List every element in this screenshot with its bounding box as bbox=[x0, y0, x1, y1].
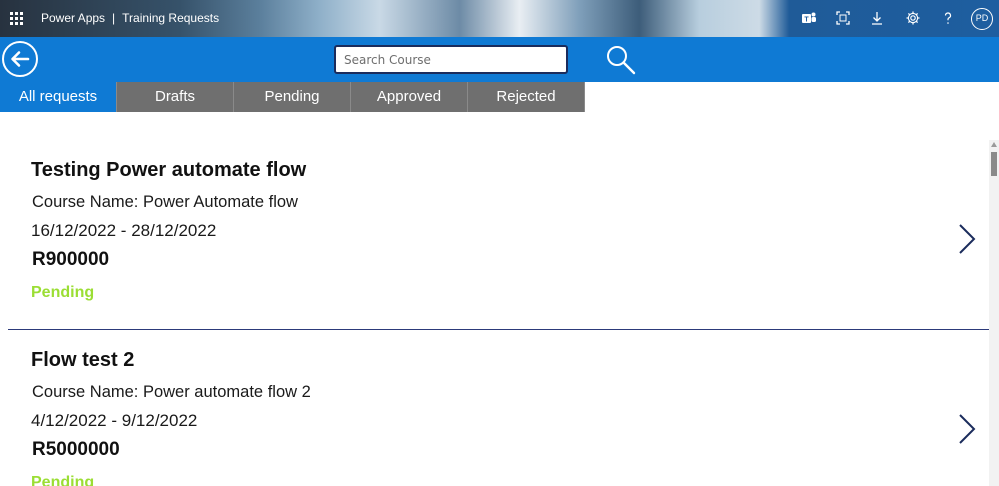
scroll-up-icon[interactable] bbox=[991, 142, 997, 147]
app-name[interactable]: Power Apps bbox=[41, 11, 105, 25]
tab-approved[interactable]: Approved bbox=[351, 82, 468, 112]
waffle-icon[interactable] bbox=[10, 12, 24, 26]
scrollbar[interactable] bbox=[989, 140, 999, 486]
search-input[interactable] bbox=[334, 45, 568, 74]
svg-text:T: T bbox=[804, 17, 809, 24]
teams-icon[interactable]: T bbox=[801, 10, 817, 26]
app-title: Power Apps | Training Requests bbox=[41, 11, 219, 25]
title-separator: | bbox=[112, 11, 116, 25]
request-title: Flow test 2 bbox=[31, 349, 135, 371]
scrollbar-thumb[interactable] bbox=[991, 152, 997, 176]
search-icon[interactable] bbox=[604, 43, 638, 77]
app-title-text: Training Requests bbox=[122, 11, 220, 25]
chevron-right-icon[interactable] bbox=[955, 413, 977, 445]
download-icon[interactable] bbox=[869, 10, 885, 26]
avatar[interactable]: PD bbox=[971, 8, 993, 30]
tab-drafts[interactable]: Drafts bbox=[117, 82, 234, 112]
chevron-right-icon[interactable] bbox=[955, 223, 977, 255]
help-icon[interactable] bbox=[940, 10, 956, 26]
filter-tabs: All requests Drafts Pending Approved Rej… bbox=[0, 82, 585, 112]
arrow-left-icon bbox=[11, 51, 30, 67]
list-item[interactable]: Testing Power automate flow Course Name:… bbox=[0, 112, 990, 330]
date-range: 4/12/2022 - 9/12/2022 bbox=[31, 411, 198, 430]
tab-pending[interactable]: Pending bbox=[234, 82, 351, 112]
request-title: Testing Power automate flow bbox=[31, 159, 307, 181]
date-range: 16/12/2022 - 28/12/2022 bbox=[31, 221, 217, 240]
course-name: Course Name: Power automate flow 2 bbox=[32, 383, 311, 401]
request-list: Testing Power automate flow Course Name:… bbox=[0, 112, 999, 486]
suite-header: Power Apps | Training Requests T PD bbox=[0, 0, 999, 37]
back-button[interactable] bbox=[2, 41, 38, 77]
tab-all-requests[interactable]: All requests bbox=[0, 82, 117, 112]
course-name: Course Name: Power Automate flow bbox=[32, 193, 298, 211]
status-label: Pending bbox=[31, 284, 95, 301]
status-label: Pending bbox=[31, 474, 95, 486]
tab-rejected[interactable]: Rejected bbox=[468, 82, 585, 112]
fit-screen-icon[interactable] bbox=[835, 10, 851, 26]
amount: R900000 bbox=[32, 249, 110, 270]
app-header bbox=[0, 37, 999, 82]
amount: R5000000 bbox=[32, 439, 120, 460]
settings-icon[interactable] bbox=[905, 10, 921, 26]
list-item[interactable]: Flow test 2 Course Name: Power automate … bbox=[0, 302, 990, 486]
